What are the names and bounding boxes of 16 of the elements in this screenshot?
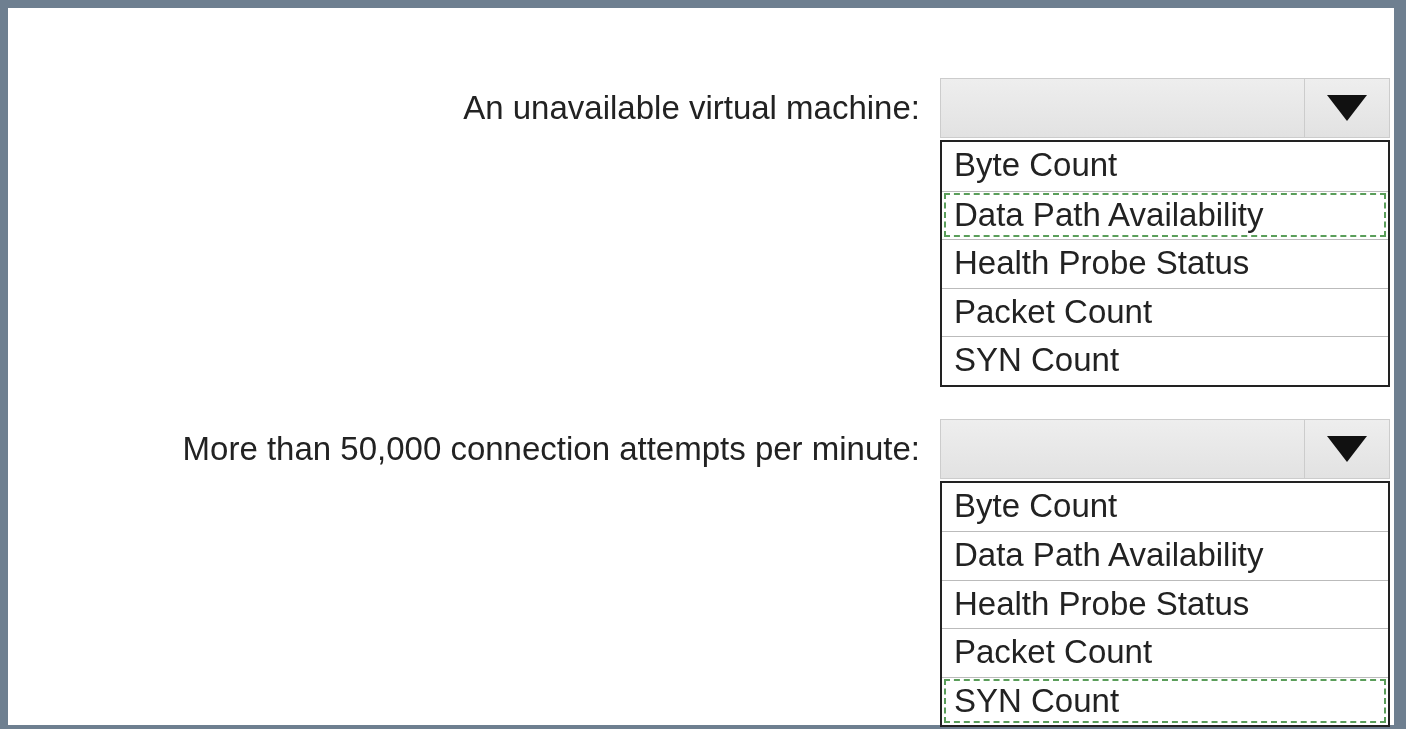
option-item[interactable]: SYN Count	[942, 336, 1388, 385]
caret-icon	[1327, 435, 1367, 462]
caret-icon	[1327, 95, 1367, 121]
dropdown[interactable]	[940, 418, 1390, 479]
option-item[interactable]: Packet Count	[942, 628, 1388, 677]
option-item[interactable]: Data Path Availability	[942, 190, 1388, 239]
question-label: More than 50,000 connection attempts per minute:	[181, 428, 920, 469]
option-item[interactable]: SYN Count	[942, 676, 1388, 725]
option-item[interactable]: Byte Count	[942, 482, 1388, 531]
option-item[interactable]: Packet Count	[942, 287, 1388, 336]
dropdown[interactable]	[940, 78, 1390, 138]
option-item[interactable]: Health Probe Status	[942, 579, 1388, 628]
option-item[interactable]: Health Probe Status	[942, 239, 1388, 288]
question-label: An unavailable virtual machine:	[462, 88, 920, 128]
option-item[interactable]: Data Path Availability	[942, 531, 1388, 580]
option-item[interactable]: Byte Count	[942, 142, 1388, 191]
